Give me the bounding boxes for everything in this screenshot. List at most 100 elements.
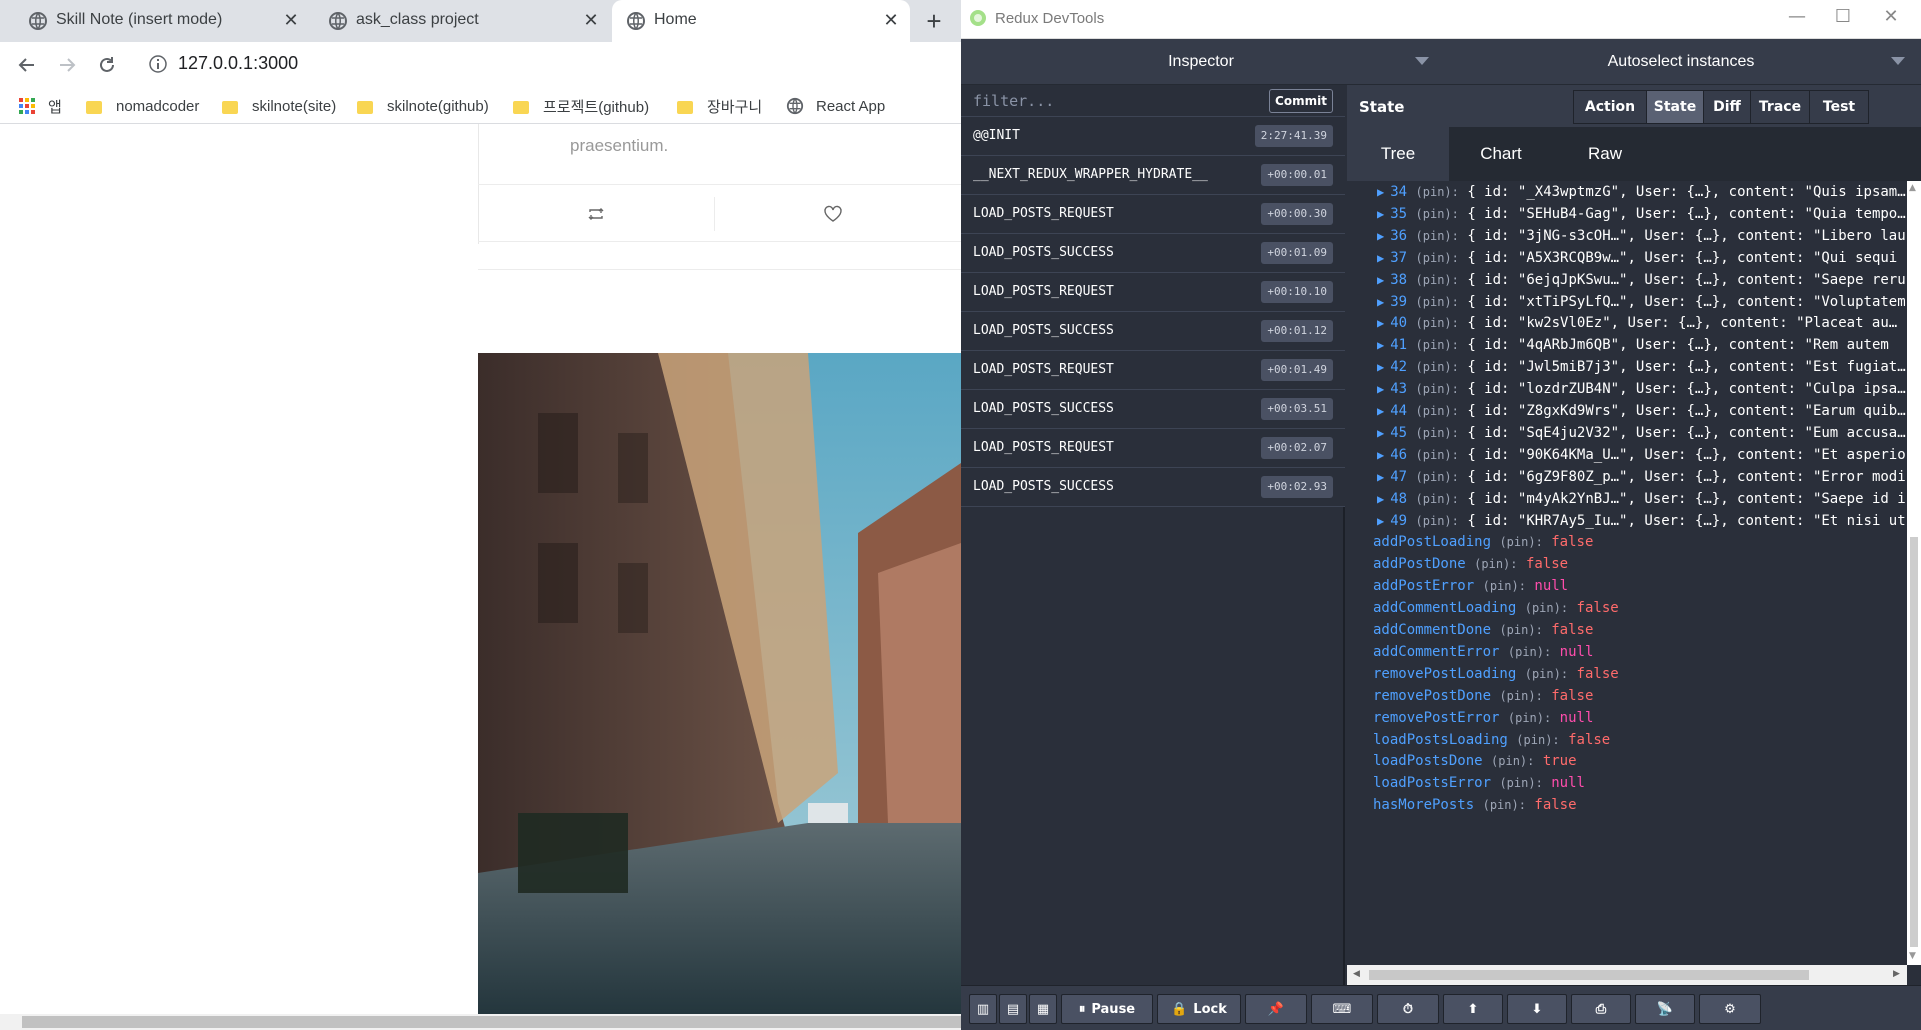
tree-node[interactable]: ▶ 42 (pin): { id: "Jwl5miB7j3", User: {…}… xyxy=(1377,356,1906,378)
state-prop[interactable]: addCommentError (pin): null xyxy=(1373,641,1593,663)
remote-button[interactable]: 📡 xyxy=(1635,994,1695,1024)
close-button[interactable]: ✕ xyxy=(1871,6,1911,32)
tree-node[interactable]: ▶ 39 (pin): { id: "xtTiPSyLfQ…", User: {…… xyxy=(1377,291,1906,313)
forward-button[interactable] xyxy=(52,50,82,80)
state-prop[interactable]: removePostLoading (pin): false xyxy=(1373,663,1619,685)
expand-arrow-icon[interactable]: ▶ xyxy=(1377,338,1384,352)
state-prop[interactable]: loadPostsError (pin): null xyxy=(1373,772,1585,794)
tree-node[interactable]: ▶ 34 (pin): { id: "_X43wptmzG", User: {…}… xyxy=(1377,181,1906,203)
state-prop[interactable]: addCommentLoading (pin): false xyxy=(1373,597,1619,619)
reload-button[interactable] xyxy=(92,50,122,80)
expand-arrow-icon[interactable]: ▶ xyxy=(1377,229,1384,243)
action-item[interactable]: @@INIT 2:27:41.39 xyxy=(961,117,1345,156)
bookmark-apps[interactable]: 앱 xyxy=(18,94,62,118)
scrollbar-thumb[interactable] xyxy=(1369,970,1809,980)
bookmark-cart[interactable]: 장바구니 xyxy=(677,94,762,118)
action-item[interactable]: LOAD_POSTS_REQUEST +00:01.49 xyxy=(961,351,1345,390)
bookmark-project-github[interactable]: 프로젝트(github) xyxy=(513,94,649,118)
tree-node[interactable]: ▶ 37 (pin): { id: "A5X3RCQB9w…", User: {…… xyxy=(1377,247,1897,269)
horizontal-scrollbar[interactable] xyxy=(0,1014,961,1030)
minimize-button[interactable]: — xyxy=(1777,6,1817,32)
instance-select[interactable]: Autoselect instances xyxy=(1441,39,1921,85)
scroll-up-icon[interactable]: ▲ xyxy=(1909,183,1916,193)
like-button[interactable] xyxy=(715,185,951,243)
tree-node[interactable]: ▶ 40 (pin): { id: "kw2sVl0Ez", User: {…},… xyxy=(1377,312,1897,334)
state-prop[interactable]: addCommentDone (pin): false xyxy=(1373,619,1593,641)
tab-state[interactable]: State xyxy=(1646,90,1704,124)
action-item[interactable]: LOAD_POSTS_REQUEST +00:00.30 xyxy=(961,195,1345,234)
state-prop[interactable]: addPostDone (pin): false xyxy=(1373,553,1568,575)
bookmark-react-app[interactable]: React App xyxy=(786,94,885,118)
scroll-left-icon[interactable]: ◀ xyxy=(1353,969,1360,979)
pause-button[interactable]: ⏸ Pause xyxy=(1061,994,1153,1024)
close-icon[interactable]: ✕ xyxy=(280,9,302,31)
expand-arrow-icon[interactable]: ▶ xyxy=(1377,207,1384,221)
tab-test[interactable]: Test xyxy=(1809,90,1869,124)
tree-node[interactable]: ▶ 35 (pin): { id: "SEHuB4-Gag", User: {…}… xyxy=(1377,203,1906,225)
expand-arrow-icon[interactable]: ▶ xyxy=(1377,514,1384,528)
commit-button[interactable]: Commit xyxy=(1269,89,1333,113)
tab-tree[interactable]: Tree xyxy=(1347,127,1449,181)
export-button[interactable]: ⬇ xyxy=(1507,994,1567,1024)
action-item[interactable]: LOAD_POSTS_REQUEST +00:10.10 xyxy=(961,273,1345,312)
bookmark-skilnote-site[interactable]: skilnote(site) xyxy=(222,94,336,118)
post-image[interactable] xyxy=(478,353,961,1014)
tab-skill-note[interactable]: Skill Note (insert mode) ✕ xyxy=(0,0,310,42)
state-prop[interactable]: addPostError (pin): null xyxy=(1373,575,1568,597)
action-item[interactable]: LOAD_POSTS_SUCCESS +00:01.12 xyxy=(961,312,1345,351)
tree-node[interactable]: ▶ 36 (pin): { id: "3jNG-s3cOH…", User: {…… xyxy=(1377,225,1906,247)
tab-home[interactable]: Home ✕ xyxy=(612,0,910,42)
tree-node[interactable]: ▶ 46 (pin): { id: "90K64KMa_U…", User: {…… xyxy=(1377,444,1906,466)
expand-arrow-icon[interactable]: ▶ xyxy=(1377,470,1384,484)
persist-button[interactable]: 📌 xyxy=(1245,994,1307,1024)
tree-node[interactable]: ▶ 43 (pin): { id: "lozdrZUB4N", User: {…}… xyxy=(1377,378,1906,400)
tree-node[interactable]: ▶ 41 (pin): { id: "4qARbJm6QB", User: {…}… xyxy=(1377,334,1889,356)
action-item[interactable]: LOAD_POSTS_SUCCESS +00:01.09 xyxy=(961,234,1345,273)
tab-diff[interactable]: Diff xyxy=(1703,90,1751,124)
action-item[interactable]: LOAD_POSTS_SUCCESS +00:02.93 xyxy=(961,468,1345,507)
state-prop[interactable]: removePostError (pin): null xyxy=(1373,707,1593,729)
horizontal-scrollbar[interactable]: ◀ ▶ xyxy=(1347,965,1907,985)
chevron-down-icon[interactable] xyxy=(1891,57,1905,65)
expand-arrow-icon[interactable]: ▶ xyxy=(1377,448,1384,462)
bookmark-skilnote-github[interactable]: skilnote(github) xyxy=(357,94,489,118)
address-bar[interactable]: 127.0.0.1:3000 xyxy=(178,53,298,74)
chevron-down-icon[interactable] xyxy=(1415,57,1429,65)
filter-input[interactable]: filter... xyxy=(973,92,1054,110)
tab-trace[interactable]: Trace xyxy=(1750,90,1810,124)
tree-node[interactable]: ▶ 47 (pin): { id: "6gZ9F80Z_p…", User: {…… xyxy=(1377,466,1906,488)
action-item[interactable]: __NEXT_REDUX_WRAPPER_HYDRATE__ +00:00.01 xyxy=(961,156,1345,195)
scroll-down-icon[interactable]: ▼ xyxy=(1909,951,1916,961)
scrollbar-thumb[interactable] xyxy=(22,1016,961,1028)
expand-arrow-icon[interactable]: ▶ xyxy=(1377,273,1384,287)
state-prop[interactable]: removePostDone (pin): false xyxy=(1373,685,1593,707)
layout-bottom-button[interactable]: ▦ xyxy=(1029,994,1057,1024)
dispatcher-button[interactable]: ⌨ xyxy=(1311,994,1373,1024)
close-icon[interactable]: ✕ xyxy=(880,9,902,31)
expand-arrow-icon[interactable]: ▶ xyxy=(1377,404,1384,418)
lock-button[interactable]: 🔒 Lock xyxy=(1157,994,1241,1024)
tree-node[interactable]: ▶ 45 (pin): { id: "SqE4ju2V32", User: {…}… xyxy=(1377,422,1906,444)
state-prop[interactable]: addPostLoading (pin): false xyxy=(1373,531,1593,553)
tree-node[interactable]: ▶ 44 (pin): { id: "Z8gxKd9Wrs", User: {…}… xyxy=(1377,400,1906,422)
settings-button[interactable]: ⚙ xyxy=(1699,994,1761,1024)
expand-arrow-icon[interactable]: ▶ xyxy=(1377,360,1384,374)
maximize-button[interactable]: ☐ xyxy=(1823,6,1863,32)
tree-node[interactable]: ▶ 38 (pin): { id: "6ejqJpKSwu…", User: {…… xyxy=(1377,269,1906,291)
monitor-select[interactable]: Inspector xyxy=(961,39,1441,85)
retweet-button[interactable] xyxy=(478,185,714,243)
layout-right-button[interactable]: ▤ xyxy=(999,994,1027,1024)
tree-node[interactable]: ▶ 49 (pin): { id: "KHR7Ay5_Iu…", User: {…… xyxy=(1377,510,1906,532)
print-button[interactable]: ⎙ xyxy=(1571,994,1631,1024)
new-tab-button[interactable]: + xyxy=(920,8,948,36)
scroll-right-icon[interactable]: ▶ xyxy=(1893,969,1900,979)
expand-arrow-icon[interactable]: ▶ xyxy=(1377,251,1384,265)
tree-node[interactable]: ▶ 48 (pin): { id: "m4yAk2YnBJ…", User: {…… xyxy=(1377,488,1906,510)
close-icon[interactable]: ✕ xyxy=(580,9,602,31)
info-icon[interactable] xyxy=(148,54,168,74)
layout-left-button[interactable]: ▥ xyxy=(969,994,997,1024)
vertical-scrollbar[interactable]: ▲ ▼ xyxy=(1907,181,1921,965)
tab-ask-class[interactable]: ask_class project ✕ xyxy=(310,0,610,42)
expand-arrow-icon[interactable]: ▶ xyxy=(1377,185,1384,199)
expand-arrow-icon[interactable]: ▶ xyxy=(1377,426,1384,440)
